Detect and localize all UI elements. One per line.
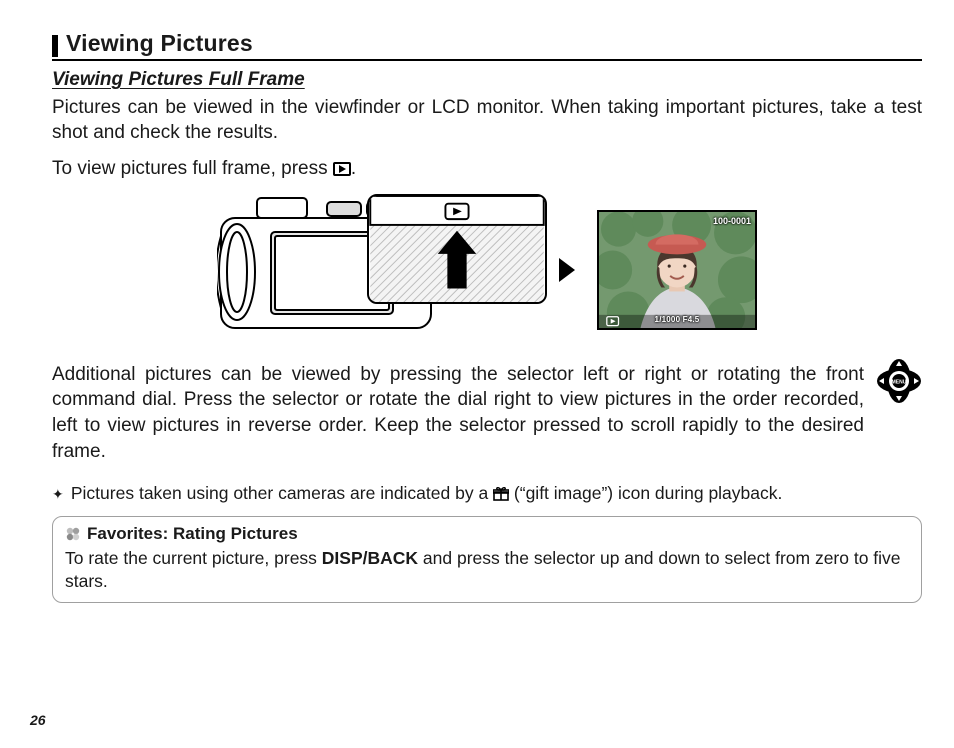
note-bullet-icon: ✦ [52,485,66,504]
camera-illustration [217,196,537,344]
additional-paragraph: Additional pictures can be viewed by pre… [52,362,864,465]
note-text-post: (“gift image”) icon during playback. [514,483,782,503]
gift-icon [493,484,509,498]
instruction-text-post: . [351,158,356,179]
lcd-preview: 100-0001 1/1000 F4.5 [597,210,757,330]
arrow-right-icon [559,258,575,282]
favorites-tip-box: Favorites: Rating Pictures To rate the c… [52,516,922,603]
heading-rule-icon [52,35,58,57]
tip-title: Favorites: Rating Pictures [87,523,298,546]
figure-row: 100-0001 1/1000 F4.5 [52,196,922,344]
additional-paragraph-row: Additional pictures can be viewed by pre… [52,354,922,475]
svg-text:MENU: MENU [892,379,907,385]
manual-page: Viewing Pictures Viewing Pictures Full F… [0,0,954,748]
selector-emblem-icon: MENU [876,358,922,404]
tip-title-row: Favorites: Rating Pictures [65,523,909,546]
inset-svg [369,196,545,302]
intro-paragraph: Pictures can be viewed in the viewfinder… [52,95,922,146]
page-number: 26 [30,711,46,730]
playback-button-icon [333,162,351,176]
tip-body-bold: DISP/BACK [322,548,418,568]
note-text-pre: Pictures taken using other cameras are i… [71,483,493,503]
tip-icon [65,526,81,542]
tip-body-pre: To rate the current picture, press [65,548,322,568]
section-heading-row: Viewing Pictures [52,28,922,61]
gift-image-note: ✦ Pictures taken using other cameras are… [52,482,922,506]
instruction-paragraph: To view pictures full frame, press . [52,156,922,182]
lcd-frame-number: 100-0001 [713,215,751,227]
lcd-svg [599,212,755,328]
instruction-text-pre: To view pictures full frame, press [52,158,333,179]
subsection-title: Viewing Pictures Full Frame [52,67,922,93]
camera-inset [367,194,547,304]
section-title: Viewing Pictures [66,28,253,59]
tip-body: To rate the current picture, press DISP/… [65,547,909,594]
lcd-exposure-info: 1/1000 F4.5 [599,315,755,326]
